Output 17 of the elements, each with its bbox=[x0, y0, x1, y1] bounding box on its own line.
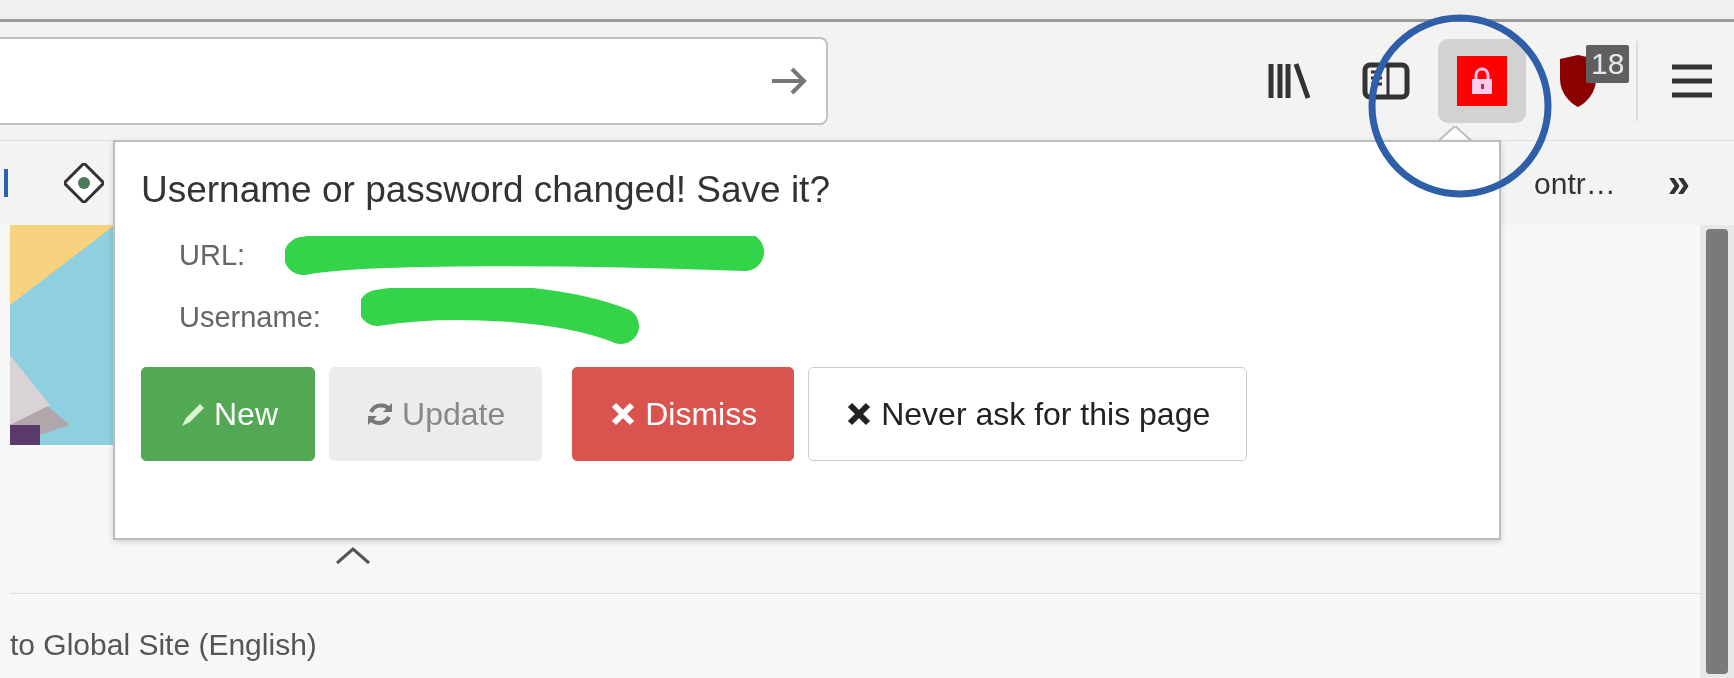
menu-icon[interactable] bbox=[1670, 63, 1714, 99]
library-icon[interactable] bbox=[1268, 61, 1312, 101]
overflow-chevron[interactable]: » bbox=[1667, 163, 1690, 203]
count-badge: 18 bbox=[1586, 45, 1630, 83]
field-label: URL: bbox=[179, 237, 246, 273]
lock-icon bbox=[1469, 66, 1495, 96]
field-label: Username: bbox=[179, 299, 321, 335]
popup-button[interactable]: Never ask for this page bbox=[808, 366, 1248, 461]
scrollbar-thumb[interactable] bbox=[1706, 229, 1728, 674]
region-link[interactable]: to Global Site (English) bbox=[10, 622, 317, 667]
address-field[interactable] bbox=[0, 37, 828, 125]
bookmark-item[interactable]: ontr… bbox=[1534, 160, 1616, 206]
popup-title: Username or password changed! Save it? bbox=[141, 170, 831, 211]
reader-view-icon[interactable] bbox=[1362, 62, 1410, 100]
collapse-chevron-icon[interactable] bbox=[335, 546, 371, 565]
popup-button[interactable]: Dismiss bbox=[572, 366, 795, 461]
password-manager-button[interactable] bbox=[1438, 39, 1526, 123]
